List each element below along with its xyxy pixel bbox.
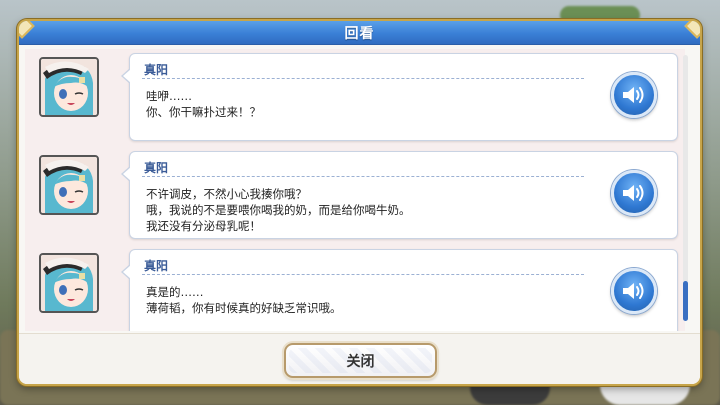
dialogue-text: 不许调皮，不然小心我揍你哦？ 哦，我说的不是要喂你喝我的奶，而是给你喝牛奶。 我… xyxy=(146,186,586,234)
close-button-label: 关闭 xyxy=(346,353,375,370)
play-voice-button[interactable] xyxy=(611,170,657,216)
backlog-entry: 真阳 哇咿…… 你、你干嘛扑过来！？ xyxy=(25,53,685,145)
speaker-volume-icon xyxy=(623,87,644,103)
dialogue-bubble: 真阳 真是的…… 薄荷韬，你有时候真的好缺乏常识哦。 xyxy=(121,249,678,331)
character-avatar xyxy=(39,57,99,117)
backlog-entry: 真阳 真是的…… 薄荷韬，你有时候真的好缺乏常识哦。 xyxy=(25,249,685,331)
dialogue-bubble: 真阳 不许调皮，不然小心我揍你哦？ 哦，我说的不是要喂你喝我的奶，而是给你喝牛奶… xyxy=(121,151,678,239)
dialog-title-bar: 回看 xyxy=(19,21,700,45)
dialog-title: 回看 xyxy=(344,25,375,42)
play-voice-button[interactable] xyxy=(611,72,657,118)
character-avatar xyxy=(39,253,99,313)
close-button[interactable]: 关闭 xyxy=(284,343,437,378)
dialogue-line: 你、你干嘛扑过来！？ xyxy=(146,105,261,119)
dialogue-line: 哦，我说的不是要喂你喝我的奶，而是给你喝牛奶。 xyxy=(146,203,411,217)
backlog-list[interactable]: 真阳 哇咿…… 你、你干嘛扑过来！？ 真阳 不许调皮，不然小心我揍你哦？ 哦，我… xyxy=(25,49,685,331)
character-avatar xyxy=(39,155,99,215)
play-voice-button[interactable] xyxy=(611,268,657,314)
speaker-name: 真阳 xyxy=(144,259,169,273)
scrollbar-thumb[interactable] xyxy=(683,281,688,321)
dialogue-text: 哇咿…… 你、你干嘛扑过来！？ xyxy=(146,88,586,120)
scrollbar[interactable] xyxy=(683,55,688,321)
speaker-name: 真阳 xyxy=(144,161,169,175)
dialogue-line: 薄荷韬，你有时候真的好缺乏常识哦。 xyxy=(146,301,342,315)
speaker-volume-icon xyxy=(623,185,644,201)
corner-ornament xyxy=(19,21,35,39)
divider xyxy=(142,274,584,275)
divider xyxy=(142,176,584,177)
dialogue-line: 我还没有分泌母乳呢！ xyxy=(146,219,261,233)
dialogue-line: 真是的…… xyxy=(146,285,204,299)
backlog-dialog: 回看 真阳 哇咿…… 你、你干嘛扑过来！？ 真阳 不许调皮，不然小心我揍你哦？ … xyxy=(17,19,702,386)
dialogue-text: 真是的…… 薄荷韬，你有时候真的好缺乏常识哦。 xyxy=(146,284,586,316)
speaker-name: 真阳 xyxy=(144,63,169,77)
divider xyxy=(142,78,584,79)
dialogue-line: 哇咿…… xyxy=(146,89,192,103)
corner-ornament xyxy=(684,21,700,39)
dialogue-line: 不许调皮，不然小心我揍你哦？ xyxy=(146,187,307,201)
speaker-volume-icon xyxy=(623,283,644,299)
dialog-footer: 关闭 xyxy=(19,333,700,384)
dialogue-bubble: 真阳 哇咿…… 你、你干嘛扑过来！？ xyxy=(121,53,678,141)
backlog-entry: 真阳 不许调皮，不然小心我揍你哦？ 哦，我说的不是要喂你喝我的奶，而是给你喝牛奶… xyxy=(25,151,685,243)
